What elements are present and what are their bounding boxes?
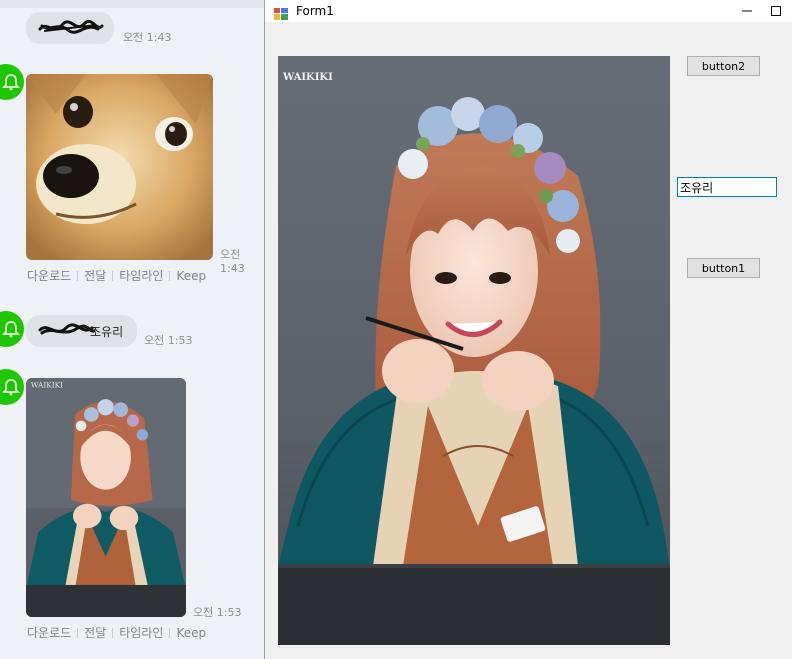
divider [77,627,79,638]
divider [169,270,171,281]
bell-icon [2,379,20,396]
name-textbox[interactable] [677,177,777,197]
keep-link[interactable]: Keep [176,626,206,640]
chat-header-strip [0,0,264,8]
avatar[interactable] [0,64,24,100]
photo-actions-2: 다운로드 전달 타임라인 Keep [27,624,206,641]
photo-watermark: WAIKIKI [282,72,333,83]
window-title: Form1 [296,4,334,18]
forward-link[interactable]: 전달 [84,624,106,641]
divider [112,627,114,638]
message-time-2: 오전 1:43 [220,248,245,275]
button2[interactable]: button2 [687,56,760,76]
message-time-1: 오전 1:43 [123,31,172,44]
minimize-icon [742,10,752,12]
chat-bubble-1[interactable] [26,12,114,44]
bell-icon [2,74,20,91]
form1-window: Form1 WAIKIKI button2 조유리 button1 [264,0,792,659]
minimize-button[interactable] [727,0,767,22]
keep-link[interactable]: Keep [176,269,206,283]
doge-photo[interactable] [26,74,213,260]
chat-bubble-3[interactable]: 조유리 [26,315,137,347]
divider [112,270,114,281]
button1[interactable]: button1 [687,258,760,278]
download-link[interactable]: 다운로드 [27,267,71,284]
timeline-link[interactable]: 타임라인 [119,624,163,641]
divider [77,270,79,281]
photo-watermark: WAIKIKI [31,381,63,390]
maximize-button[interactable] [771,0,792,22]
forward-link[interactable]: 전달 [84,267,106,284]
avatar[interactable] [0,311,24,347]
chat-panel: 오전 1:43 오전 1:43 다운로드 전달 타임라인 Keep 조유리 오전… [0,0,264,659]
photo-actions-1: 다운로드 전달 타임라인 Keep [27,267,206,284]
form-app-icon [274,5,288,20]
message-time-4: 오전 1:53 [193,606,242,619]
scribbled-text [36,320,96,343]
timeline-link[interactable]: 타임라인 [119,267,163,284]
avatar[interactable] [0,369,24,405]
girl-photo-thumbnail[interactable]: WAIKIKI [26,378,186,617]
picture-box: WAIKIKI [278,56,670,645]
bell-icon [2,321,20,338]
divider [169,627,171,638]
maximize-icon [771,6,781,16]
download-link[interactable]: 다운로드 [27,624,71,641]
scribbled-text [36,17,106,40]
title-bar[interactable]: Form1 [265,0,792,22]
message-time-3: 오전 1:53 [144,334,193,347]
